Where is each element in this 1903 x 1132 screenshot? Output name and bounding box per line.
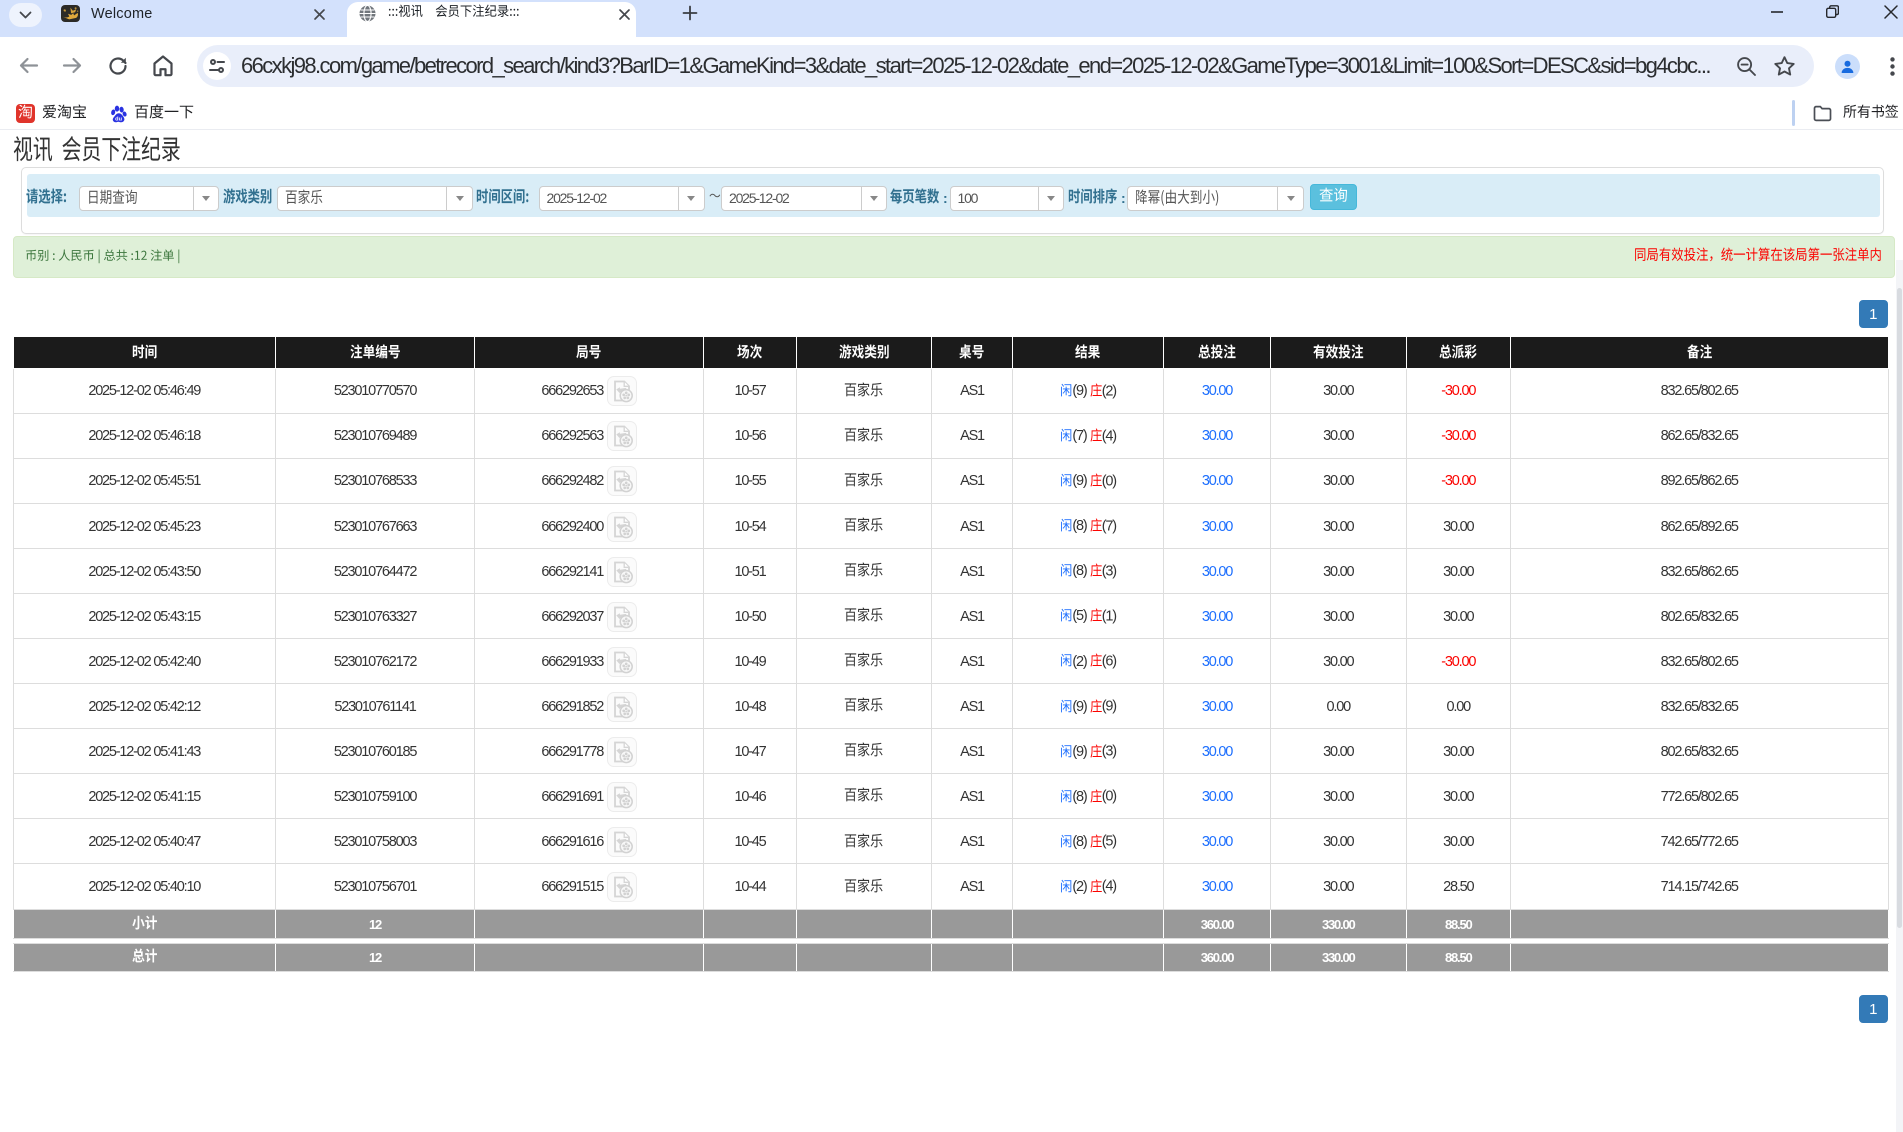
svg-text:du: du <box>115 116 122 122</box>
